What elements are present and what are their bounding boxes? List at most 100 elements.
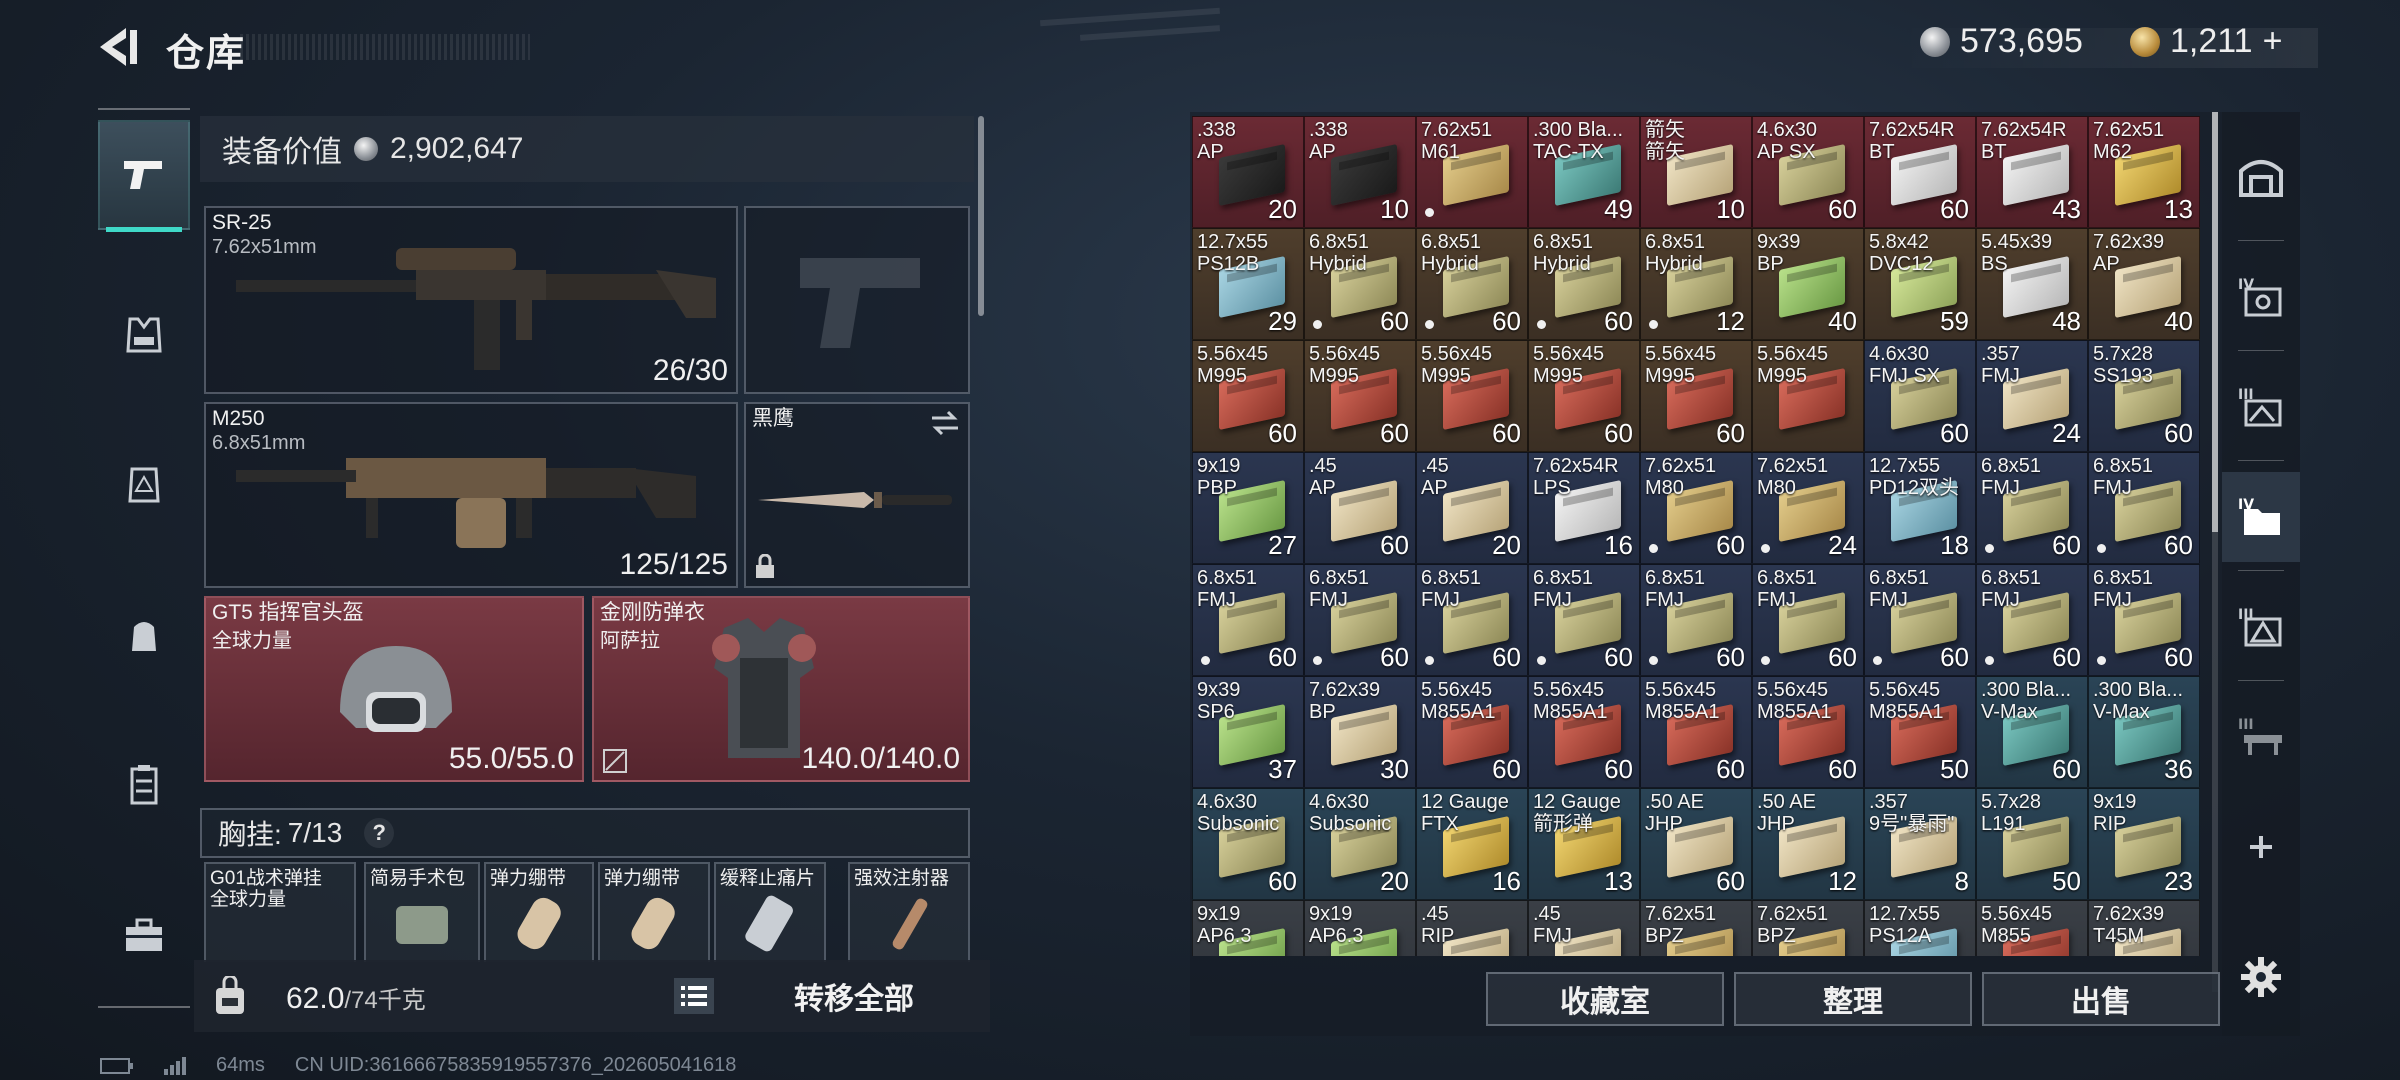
scrollbar-thumb[interactable] bbox=[2212, 112, 2218, 532]
ammo-item[interactable]: 7.62x54R LPS 16 bbox=[1528, 452, 1640, 564]
ammo-item[interactable]: 7.62x51 M80 24 bbox=[1752, 452, 1864, 564]
help-button[interactable]: ? bbox=[364, 818, 395, 848]
back-arrow-icon[interactable] bbox=[96, 24, 142, 70]
tab-storage-iii-workbench[interactable]: III bbox=[2222, 692, 2300, 782]
ammo-item[interactable]: 6.8x51 Hybrid 60 bbox=[1528, 228, 1640, 340]
ammo-item[interactable]: 5.56x45 M855A1 50 bbox=[1864, 676, 1976, 788]
warehouse-scrollbar[interactable] bbox=[2212, 112, 2218, 992]
ammo-item[interactable]: .45 AP 60 bbox=[1304, 452, 1416, 564]
sell-button[interactable]: 出售 bbox=[1982, 972, 2220, 1026]
secondary-weapon-slot[interactable]: M250 6.8x51mm 125/125 bbox=[204, 402, 738, 588]
loadout-scrollbar[interactable] bbox=[978, 116, 984, 316]
melee-slot[interactable]: 黑鹰 bbox=[744, 402, 970, 588]
ammo-item[interactable]: 5.7x28 SS193 60 bbox=[2088, 340, 2200, 452]
helmet-slot[interactable]: GT5 指挥官头盔 全球力量 55.0/55.0 bbox=[204, 596, 584, 782]
sidebar-item-containers[interactable] bbox=[98, 730, 190, 840]
ammo-item[interactable]: 6.8x51 Hybrid 60 bbox=[1416, 228, 1528, 340]
ammo-item[interactable]: 4.6x30 Subsonic 60 bbox=[1192, 788, 1304, 900]
armor-slot[interactable]: 金刚防弹衣 阿萨拉 140.0/140.0 bbox=[592, 596, 970, 782]
ammo-item[interactable]: 5.56x45 M995 60 bbox=[1528, 340, 1640, 452]
ammo-item[interactable]: 4.6x30 AP SX 60 bbox=[1752, 116, 1864, 228]
ammo-item[interactable]: .300 Bla... V-Max 60 bbox=[1976, 676, 2088, 788]
ammo-item[interactable]: 5.56x45 M995 60 bbox=[1304, 340, 1416, 452]
ammo-item[interactable]: 9x39 SP6 37 bbox=[1192, 676, 1304, 788]
ammo-item[interactable]: 7.62x51 BPZ bbox=[1640, 900, 1752, 956]
ammo-item[interactable]: 7.62x51 BPZ bbox=[1752, 900, 1864, 956]
ammo-item[interactable]: 7.62x54R BT 43 bbox=[1976, 116, 2088, 228]
ammo-item[interactable]: 6.8x51 FMJ 60 bbox=[1640, 564, 1752, 676]
ammo-item[interactable]: 7.62x54R BT 60 bbox=[1864, 116, 1976, 228]
list-view-button[interactable] bbox=[674, 978, 714, 1014]
chest-item-slot[interactable]: 弹力绷带 bbox=[484, 862, 594, 962]
ammo-item[interactable]: 箭矢 箭矢 10 bbox=[1640, 116, 1752, 228]
chest-item-slot[interactable]: 简易手术包 bbox=[364, 862, 480, 962]
sidebar-item-backpacks[interactable] bbox=[98, 580, 190, 690]
ammo-item[interactable]: 5.56x45 M995 60 bbox=[1192, 340, 1304, 452]
ammo-item[interactable]: 7.62x51 M80 60 bbox=[1640, 452, 1752, 564]
settings-button[interactable] bbox=[2222, 932, 2300, 1022]
ammo-item[interactable]: .357 FMJ 24 bbox=[1976, 340, 2088, 452]
gold-currency[interactable]: 1,211 + bbox=[2130, 22, 2282, 61]
chest-item-slot[interactable]: 缓释止痛片 bbox=[714, 862, 826, 962]
ammo-item[interactable]: 7.62x39 BP 30 bbox=[1304, 676, 1416, 788]
ammo-item[interactable]: 5.8x42 DVC12 59 bbox=[1864, 228, 1976, 340]
add-gold-button[interactable]: + bbox=[2263, 22, 2283, 61]
ammo-item[interactable]: 5.56x45 M995 60 bbox=[1640, 340, 1752, 452]
ammo-item[interactable]: 6.8x51 FMJ 60 bbox=[1528, 564, 1640, 676]
sidebar-item-vests[interactable] bbox=[98, 280, 190, 390]
ammo-item[interactable]: 5.56x45 M995 60 bbox=[1416, 340, 1528, 452]
ammo-item[interactable]: .45 RIP bbox=[1416, 900, 1528, 956]
ammo-item[interactable]: 4.6x30 FMJ SX 60 bbox=[1864, 340, 1976, 452]
ammo-item[interactable]: 5.56x45 M995 bbox=[1752, 340, 1864, 452]
ammo-item[interactable]: 12.7x55 PS12B 29 bbox=[1192, 228, 1304, 340]
sidebar-item-armor[interactable] bbox=[98, 430, 190, 540]
collection-room-button[interactable]: 收藏室 bbox=[1486, 972, 1724, 1026]
ammo-item[interactable]: 12.7x55 PS12A bbox=[1864, 900, 1976, 956]
ammo-item[interactable]: 6.8x51 FMJ 60 bbox=[1752, 564, 1864, 676]
ammo-item[interactable]: 9x19 AP6.3 bbox=[1304, 900, 1416, 956]
ammo-item[interactable]: 6.8x51 FMJ 60 bbox=[1192, 564, 1304, 676]
ammo-item[interactable]: 5.7x28 L191 50 bbox=[1976, 788, 2088, 900]
ammo-item[interactable]: 5.56x45 M855A1 60 bbox=[1752, 676, 1864, 788]
ammo-item[interactable]: 7.62x51 M62 13 bbox=[2088, 116, 2200, 228]
ammo-item[interactable]: 9x39 BP 40 bbox=[1752, 228, 1864, 340]
ammo-item[interactable]: 6.8x51 Hybrid 60 bbox=[1304, 228, 1416, 340]
ammo-item[interactable]: 9x19 RIP 23 bbox=[2088, 788, 2200, 900]
ammo-item[interactable]: .300 Bla... V-Max 36 bbox=[2088, 676, 2200, 788]
ammo-item[interactable]: 7.62x39 AP 40 bbox=[2088, 228, 2200, 340]
ammo-item[interactable]: .357 9号"暴雨" 8 bbox=[1864, 788, 1976, 900]
primary-weapon-slot[interactable]: SR-25 7.62x51mm 26/30 bbox=[204, 206, 738, 394]
ammo-item[interactable]: .338 AP 20 bbox=[1192, 116, 1304, 228]
ammo-item[interactable]: 9x19 AP6.3 bbox=[1192, 900, 1304, 956]
swap-icon[interactable] bbox=[930, 410, 960, 436]
ammo-item[interactable]: .50 AE JHP 12 bbox=[1752, 788, 1864, 900]
ammo-item[interactable]: 5.56x45 M855 bbox=[1976, 900, 2088, 956]
sort-button[interactable]: 整理 bbox=[1734, 972, 1972, 1026]
add-tab-button[interactable] bbox=[2222, 802, 2300, 892]
tab-storage-iv[interactable]: IV bbox=[2222, 252, 2300, 342]
ammo-item[interactable]: 5.56x45 M855A1 60 bbox=[1416, 676, 1528, 788]
ammo-item[interactable]: 6.8x51 FMJ 60 bbox=[1976, 564, 2088, 676]
ammo-item[interactable]: .338 AP 10 bbox=[1304, 116, 1416, 228]
chest-item-slot[interactable]: 强效注射器 bbox=[848, 862, 970, 962]
tab-storage-iv-active[interactable]: IV bbox=[2222, 472, 2300, 562]
ammo-item[interactable]: 5.45x39 BS 48 bbox=[1976, 228, 2088, 340]
ammo-item[interactable]: 12 Gauge 箭形弹 13 bbox=[1528, 788, 1640, 900]
ammo-item[interactable]: .45 AP 20 bbox=[1416, 452, 1528, 564]
sidebar-item-weapons[interactable] bbox=[98, 120, 190, 232]
ammo-item[interactable]: 6.8x51 FMJ 60 bbox=[1864, 564, 1976, 676]
ammo-item[interactable]: 12.7x55 PD12双头 18 bbox=[1864, 452, 1976, 564]
ammo-item[interactable]: 6.8x51 Hybrid 12 bbox=[1640, 228, 1752, 340]
ammo-item[interactable]: 6.8x51 FMJ 60 bbox=[1416, 564, 1528, 676]
tab-storage-iii[interactable]: III bbox=[2222, 362, 2300, 452]
ammo-item[interactable]: .45 FMJ bbox=[1528, 900, 1640, 956]
ammo-item[interactable]: 6.8x51 FMJ 60 bbox=[1976, 452, 2088, 564]
sidebar-item-medical[interactable] bbox=[98, 880, 190, 990]
ammo-item[interactable]: 12 Gauge FTX 16 bbox=[1416, 788, 1528, 900]
ammo-item[interactable]: .300 Bla... TAC-TX 49 bbox=[1528, 116, 1640, 228]
sidearm-slot[interactable] bbox=[744, 206, 970, 394]
ammo-item[interactable]: .50 AE JHP 60 bbox=[1640, 788, 1752, 900]
ammo-item[interactable]: 6.8x51 FMJ 60 bbox=[2088, 564, 2200, 676]
chest-item-slot[interactable]: 弹力绷带 bbox=[598, 862, 710, 962]
ammo-item[interactable]: 7.62x51 M61 bbox=[1416, 116, 1528, 228]
